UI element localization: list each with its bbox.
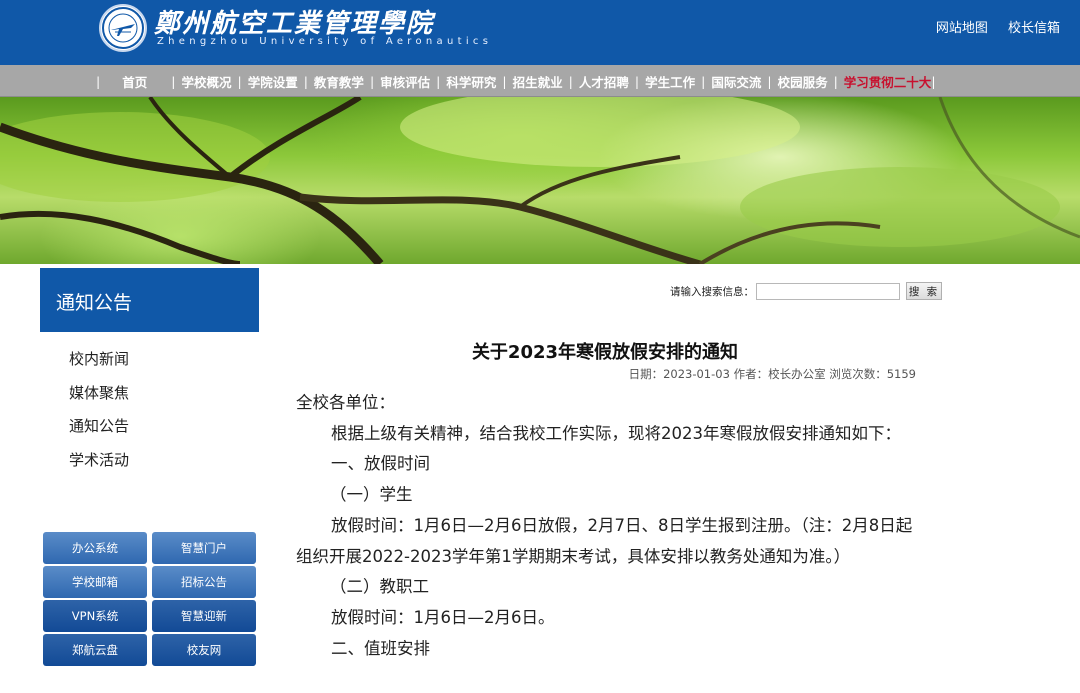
article-heading: 一、放假时间 — [331, 454, 430, 474]
nav-separator: | — [568, 73, 573, 89]
president-mailbox-link[interactable]: 校长信箱 — [1008, 21, 1060, 36]
article-subheading: （一）学生 — [330, 485, 413, 505]
article-heading: 二、值班安排 — [331, 638, 430, 658]
nav-separator: | — [502, 73, 507, 89]
nav-separator: | — [767, 73, 772, 89]
search-input[interactable] — [756, 282, 900, 300]
sidebar-item-campus-news[interactable]: 校内新闻 — [69, 349, 129, 383]
nav-item-admissions[interactable]: 招生就业 — [513, 72, 563, 91]
article-subheading: （二）教职工 — [330, 577, 429, 597]
nav-separator: | — [436, 73, 441, 89]
sidebar-title: 通知公告 — [56, 292, 133, 314]
nav-separator: | — [931, 73, 936, 89]
search-button[interactable]: 搜 索 — [906, 282, 942, 300]
nav-separator: | — [369, 73, 375, 89]
article-paragraph: 根据上级有关精神，结合我校工作实际，现将2023年寒假放假安排通知如下： — [331, 423, 901, 443]
nav-separator: | — [96, 73, 101, 89]
top-links: 网站地图 校长信箱 — [920, 17, 1060, 36]
nav-separator: | — [833, 73, 838, 89]
quick-link-alumni[interactable]: 校友网 — [152, 634, 256, 666]
nav-separator: | — [701, 73, 706, 89]
nav-separator: | — [171, 73, 176, 89]
nav-item-congress-study[interactable]: 学习贯彻二十大 — [844, 72, 932, 91]
nav-item-evaluation[interactable]: 审核评估 — [380, 72, 430, 91]
site-header: 鄭州航空工業管理學院 Zhengzhou University of Aeron… — [0, 0, 1080, 65]
sidebar-item-media-focus[interactable]: 媒体聚焦 — [69, 383, 129, 417]
quick-link-smart-welcome[interactable]: 智慧迎新 — [152, 600, 256, 632]
sidebar-item-academic-events[interactable]: 学术活动 — [69, 450, 129, 484]
nav-item-campus-services[interactable]: 校园服务 — [778, 72, 828, 91]
nav-item-about[interactable]: 学校概况 — [181, 72, 231, 91]
quick-link-tender-notice[interactable]: 招标公告 — [152, 566, 256, 598]
nav-item-home[interactable]: 首页 — [122, 72, 147, 91]
article-meta: 日期：2023-01-03 作者：校长办公室 浏览次数：5159 — [628, 367, 916, 381]
nav-separator: | — [237, 73, 242, 89]
nav-item-international[interactable]: 国际交流 — [711, 72, 761, 91]
sitemap-link[interactable]: 网站地图 — [936, 21, 988, 36]
quick-link-cloud-drive[interactable]: 郑航云盘 — [43, 634, 147, 666]
nav-item-teaching[interactable]: 教育教学 — [314, 72, 364, 91]
nav-item-student-affairs[interactable]: 学生工作 — [645, 72, 695, 91]
nav-item-research[interactable]: 科学研究 — [446, 72, 496, 91]
nav-item-colleges[interactable]: 学院设置 — [248, 72, 298, 91]
article-body: 全校各单位： 根据上级有关精神，结合我校工作实际，现将2023年寒假放假安排通知… — [296, 388, 916, 664]
quick-link-office-system[interactable]: 办公系统 — [43, 532, 147, 564]
sidebar-item-notices[interactable]: 通知公告 — [69, 416, 129, 450]
banner-image — [0, 97, 1080, 264]
sidebar-header: 通知公告 — [40, 268, 259, 332]
article-paragraph: 放假时间：1月6日—2月6日。 — [331, 607, 555, 627]
nav-item-recruitment[interactable]: 人才招聘 — [579, 72, 629, 91]
quick-link-smart-portal[interactable]: 智慧门户 — [152, 532, 256, 564]
article-title: 关于2023年寒假放假安排的通知 — [471, 342, 739, 363]
university-emblem-icon[interactable] — [99, 4, 147, 52]
article-paragraph: 放假时间：1月6日—2月6日放假，2月7日、8日学生报到注册。（注：2月8日起组… — [296, 515, 913, 566]
nav-separator: | — [634, 73, 640, 89]
article-paragraph: 全校各单位： — [296, 393, 395, 412]
search-label: 请输入搜索信息： — [670, 285, 754, 298]
quick-link-vpn[interactable]: VPN系统 — [43, 600, 147, 632]
quick-link-school-email[interactable]: 学校邮箱 — [43, 566, 147, 598]
university-name-en: Zhengzhou University of Aeronautics — [157, 36, 493, 47]
sidebar-menu: 校内新闻 媒体聚焦 通知公告 学术活动 — [69, 349, 129, 483]
search-bar: 请输入搜索信息： 搜 索 — [670, 281, 942, 301]
university-name-cn[interactable]: 鄭州航空工業管理學院 — [154, 3, 434, 40]
main-nav: | 首页 | 学校概况 | 学院设置 | 教育教学 | 审核评估 | 科学研究 … — [0, 65, 1080, 97]
nav-separator: | — [303, 73, 308, 89]
